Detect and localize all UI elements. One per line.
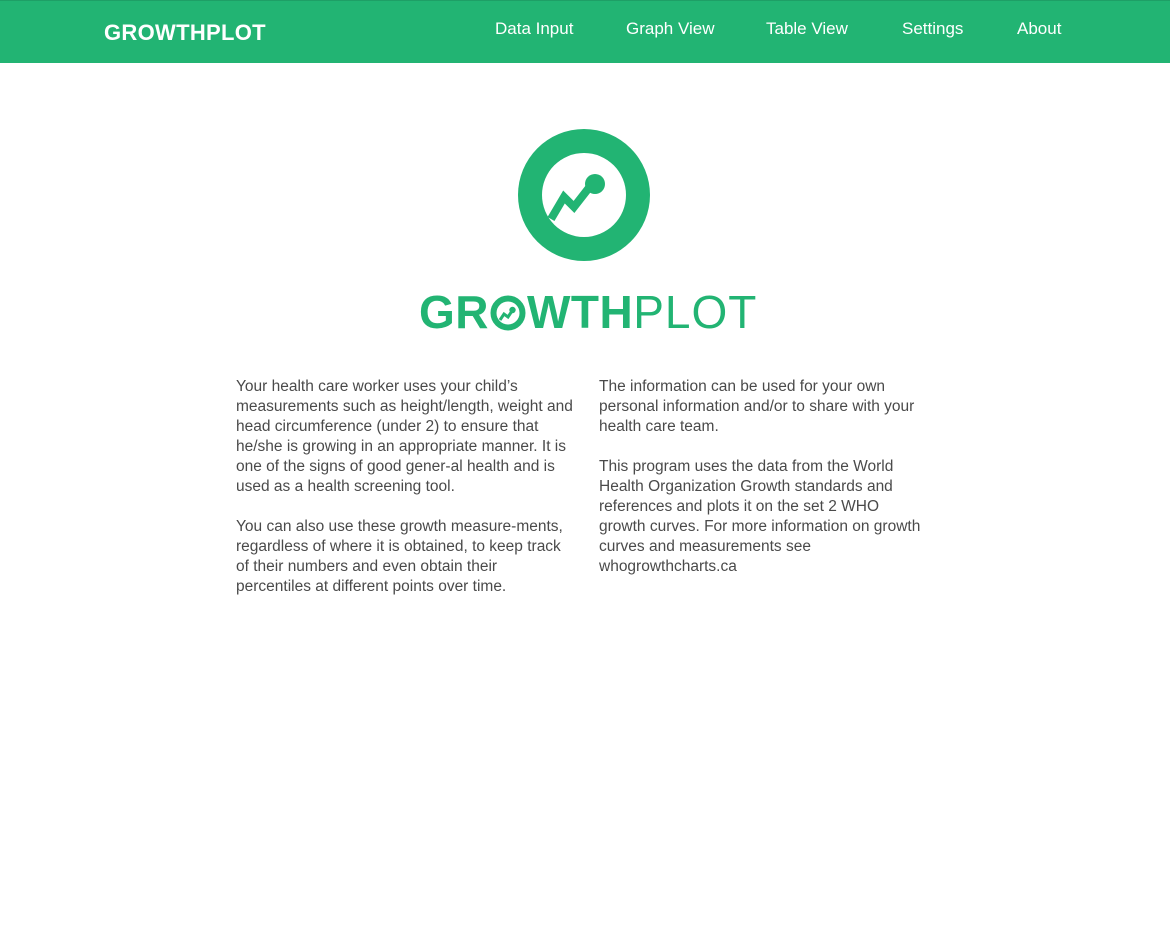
nav-item-graph-view[interactable]: Graph View: [626, 18, 715, 40]
top-navbar: GROWTHPLOT Data Input Graph View Table V…: [0, 0, 1170, 63]
about-right-column: The information can be used for your own…: [599, 377, 929, 597]
wordmark-o-chart-icon: [490, 287, 526, 331]
growthplot-wordmark: GR WTHPLOT: [419, 284, 757, 340]
about-paragraph: The information can be used for your own…: [599, 378, 915, 435]
nav-item-data-input[interactable]: Data Input: [495, 18, 573, 40]
about-paragraph: This program uses the data from the Worl…: [599, 458, 921, 575]
about-paragraph: You can also use these growth measure-me…: [236, 518, 563, 595]
growthplot-logo-icon: [518, 129, 650, 261]
wordmark-bold-end: WTH: [527, 286, 634, 338]
nav-item-settings[interactable]: Settings: [902, 18, 963, 40]
about-paragraph: Your health care worker uses your child’…: [236, 378, 573, 495]
nav-item-table-view[interactable]: Table View: [766, 18, 848, 40]
about-left-column: Your health care worker uses your child’…: [236, 377, 576, 617]
wordmark-bold-start: GR: [419, 286, 489, 338]
wordmark-light: PLOT: [633, 286, 758, 338]
brand-title[interactable]: GROWTHPLOT: [104, 20, 266, 46]
nav-item-about[interactable]: About: [1017, 18, 1061, 40]
